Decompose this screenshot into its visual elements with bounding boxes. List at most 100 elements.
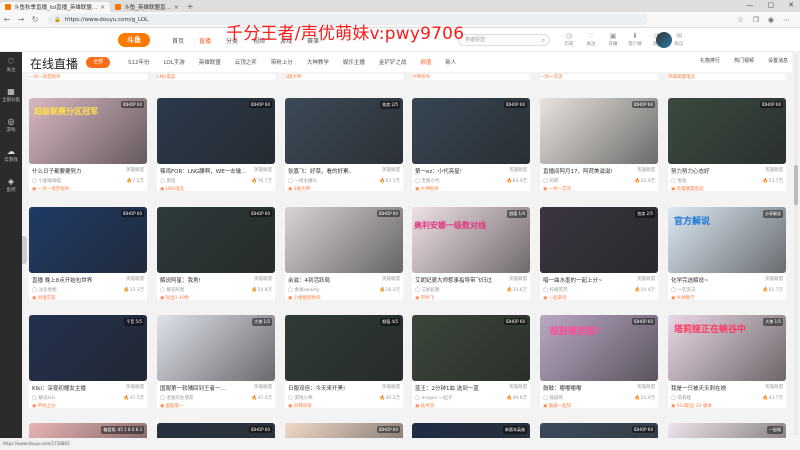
stream-card[interactable]: 拍卖 2/5 唱一曲水墨的一起上分~ 英雄联盟 ◯ 柠檬苏苏 🔥10.4万 ▣ 一起来玩 <box>540 207 658 301</box>
sidebar-item-fishbar[interactable]: ◈ 鱼吧 <box>0 172 22 202</box>
stream-title[interactable]: 蓝王：2分钟1血 选到一蓝 <box>415 384 479 392</box>
stream-thumbnail-partial[interactable]: IDHOP 60 <box>157 423 275 438</box>
category-tag[interactable]: 带粉上分 <box>271 58 293 66</box>
sidebar-item-cloud[interactable]: ☁ 云游戏 <box>0 142 22 172</box>
nav-live[interactable]: 直播 <box>199 36 211 45</box>
stream-card[interactable]: IDHOP 60 解说阿星：我男! 英雄联盟 ◯ 解说阿星 🔥54.8万 ▣ 玩出1-10… <box>157 207 275 301</box>
sidebar-item-categories[interactable]: ▦ 全部分类 <box>0 82 22 112</box>
stream-thumbnail[interactable]: 拍卖 2/5 <box>285 98 403 164</box>
category-tag[interactable]: 颜值 <box>420 58 431 66</box>
streamer-name[interactable]: ◯ 游戏小神 <box>288 395 312 401</box>
all-filter-button[interactable]: 全部 <box>86 57 110 68</box>
follow-button[interactable]: ♡ 关注 <box>582 32 600 47</box>
collections-icon[interactable]: ❐ <box>753 16 759 24</box>
avatar[interactable] <box>656 32 672 48</box>
streamer-name[interactable]: ◯ 余滋sweety <box>288 287 319 293</box>
stream-card[interactable]: IDHOP 60 直播 晚上8点开始包世界 英雄联盟 ◯ 淡化青栖 🔥33.3万 ▣ 灵魂… <box>29 207 147 301</box>
streamer-name[interactable]: ◯ dragon 一起子 <box>415 395 452 401</box>
minimize-icon[interactable]: — <box>747 1 754 9</box>
stream-card[interactable]: IDHOP 60 直播间阿月17，阿荷美滋滋! 英雄联盟 ◯ 阿荷 🔥42.4万 ▣ 一对… <box>540 98 658 192</box>
stream-title[interactable]: 国服第一软辅回到王者一... <box>160 384 226 392</box>
stream-title[interactable]: 什么日子都要要努力 <box>32 167 82 175</box>
sidebar-item-games[interactable]: ◎ 游戏 <box>0 112 22 142</box>
stream-title[interactable]: 直播间阿月17，阿荷美滋滋! <box>543 167 613 175</box>
stream-thumbnail[interactable]: 拍卖 2/5 <box>540 207 658 273</box>
stream-thumbnail[interactable]: IDHOP 60 <box>412 98 530 164</box>
settings-button[interactable]: 设置消息 <box>768 57 788 64</box>
stream-thumbnail[interactable]: IDHOP 60 <box>29 207 147 273</box>
streamer-name[interactable]: ◯ 艾妮妃婆 <box>415 287 439 293</box>
golive-button[interactable]: ▣ 开播 <box>604 32 622 47</box>
stream-thumbnail-partial[interactable]: 一起唱 <box>668 423 786 438</box>
close-window-icon[interactable]: ✕ <box>788 1 794 9</box>
stream-title[interactable]: 我是一只被天天刺在她 <box>671 384 726 392</box>
search-icon[interactable]: ⌕ <box>542 36 545 46</box>
stream-thumbnail-partial[interactable]: 新版本英雄 <box>412 423 530 438</box>
stream-title[interactable]: 辣鸡FOR：LNG腰啊，WE一击输... <box>160 167 246 175</box>
page-scrollbar[interactable] <box>794 55 798 435</box>
category-tag[interactable]: 新人 <box>445 58 456 66</box>
scrollbar-thumb[interactable] <box>794 165 798 205</box>
stream-thumbnail-partial[interactable]: IDHOP 60 <box>285 423 403 438</box>
stream-card[interactable]: 大神 1/5 国服第一软辅回到王者一... 英雄联盟 ◯ 老板的女朋友 🔥47.4万 ▣ … <box>157 315 275 409</box>
stream-thumbnail[interactable]: IDHOP 60 <box>157 207 275 273</box>
category-tag[interactable]: 大神教学 <box>307 58 329 66</box>
stream-card[interactable]: IDHOP 60 辣鸡FOR：LNG腰啊，WE一击输... 英雄联盟 ◯ 斯坦 🔥76.… <box>157 98 275 192</box>
stream-thumbnail[interactable]: IDHOP 60 <box>668 98 786 164</box>
new-tab-button[interactable]: + <box>187 2 194 11</box>
stream-card[interactable]: 千音 5/5 Kiki：深夜初瞳女主播 英雄联盟 ◯ 解说kiki 🔥47.5万 ▣ 带你… <box>29 315 147 409</box>
stream-thumbnail[interactable]: 千音 5/5 <box>29 315 147 381</box>
streamer-name[interactable]: ◯ 柠檬苏苏 <box>543 287 567 293</box>
category-tag[interactable]: 云顶之弈 <box>235 58 257 66</box>
stream-card[interactable]: IDHOP 60 努力努力心态好 英雄联盟 ◯ 兔兔 🔥53.7万 ▣ 英雄联盟电竞 <box>668 98 786 192</box>
streamer-name[interactable]: ◯ 老板的女朋友 <box>160 395 193 401</box>
stream-card[interactable]: 颜值 4/5 日服双倍：今天来开黑! 英雄联盟 ◯ 游戏小神 🔥40.2万 ▣ 日韩双排 <box>285 315 403 409</box>
stream-title[interactable]: 余滋：4到活跃局 <box>288 276 330 284</box>
category-tag[interactable]: 娱乐主播 <box>343 58 365 66</box>
close-icon[interactable]: × <box>100 4 105 11</box>
stream-title[interactable]: 张嘉飞：好菜，看的好累。 <box>288 167 354 175</box>
hot-video-button[interactable]: 热门视频 <box>734 57 754 64</box>
stream-thumbnail[interactable]: 大神 1/5 <box>157 315 275 381</box>
streamer-name[interactable]: ◯ 一周主播FL <box>288 178 318 184</box>
client-button[interactable]: ⬇ 客户端 <box>626 32 644 47</box>
stream-title[interactable]: 努力努力心态好 <box>671 167 710 175</box>
forward-icon[interactable]: → <box>14 15 28 24</box>
stream-title[interactable]: 直播 晚上8点开始包世界 <box>32 276 92 284</box>
gift-rank-button[interactable]: 礼物排行 <box>700 57 720 64</box>
stream-card[interactable]: IDHOP 60 蓝王：2分钟1血 选到一蓝 英雄联盟 ◯ dragon 一起子 🔥49… <box>412 315 530 409</box>
browser-tab-2[interactable]: 斗鱼_英雄联盟直... × <box>110 2 184 12</box>
stream-thumbnail-partial[interactable]: 偏爱我: 85 1 8 0 8 3 <box>29 423 147 438</box>
stream-thumbnail[interactable]: 颜值 4/5 <box>285 315 403 381</box>
streamer-name[interactable]: ◯ 一区黑马 <box>671 287 695 293</box>
streamer-name[interactable]: ◯ 解说kiki <box>32 395 55 401</box>
maximize-icon[interactable]: ▢ <box>768 1 775 9</box>
stream-card[interactable]: IDHOP 60 余滋：4到活跃局 英雄联盟 ◯ 余滋sweety 🔥16.2万 ▣ 小姐… <box>285 207 403 301</box>
close-icon[interactable]: × <box>174 4 179 11</box>
stream-thumbnail-partial[interactable]: IDHOP 60 <box>540 423 658 438</box>
browser-tab-1[interactable]: 斗鱼秋季直播_lol直播_英雄联盟... × <box>0 2 111 12</box>
category-tag[interactable]: LOL手游 <box>164 58 185 66</box>
stream-title[interactable]: 化学完选解说~ <box>671 276 709 284</box>
stream-thumbnail[interactable]: IDHOP 60 <box>285 207 403 273</box>
stream-title[interactable]: 唱一曲水墨的一起上分~ <box>543 276 603 284</box>
streamer-name[interactable]: ◯ 淡化青栖 <box>32 287 56 293</box>
history-button[interactable]: ◷ 历史 <box>560 32 578 47</box>
streamer-name[interactable]: ◯ 鼓鼓咚 <box>543 395 563 401</box>
stream-thumbnail[interactable]: 颜值 1/4 <box>412 207 530 273</box>
streamer-name[interactable]: ◯ 阿荷 <box>543 178 558 184</box>
streamer-name[interactable]: ◯ 兔兔 <box>671 178 686 184</box>
streamer-name[interactable]: ◯ 解说阿星 <box>160 287 184 293</box>
stream-thumbnail[interactable]: IDHOP 60 <box>157 98 275 164</box>
streamer-name[interactable]: ◯ 斯坦 <box>160 178 175 184</box>
search-input[interactable]: 英雄联盟 ⌕ <box>458 34 550 46</box>
category-tag[interactable]: S12年份 <box>128 58 150 66</box>
category-tag[interactable]: 英雄联盟 <box>199 58 221 66</box>
douyu-logo[interactable]: 斗鱼 <box>118 33 150 47</box>
stream-title[interactable]: 解说阿星：我男! <box>160 276 201 284</box>
category-tag[interactable]: 金铲铲之战 <box>379 58 407 66</box>
back-icon[interactable]: ← <box>0 15 14 24</box>
nav-home[interactable]: 首页 <box>172 36 184 45</box>
stream-title[interactable]: 鼓鼓：嘟嘟嘟嘟 <box>543 384 582 392</box>
dm-button[interactable]: ✉ 私信 <box>670 32 688 47</box>
